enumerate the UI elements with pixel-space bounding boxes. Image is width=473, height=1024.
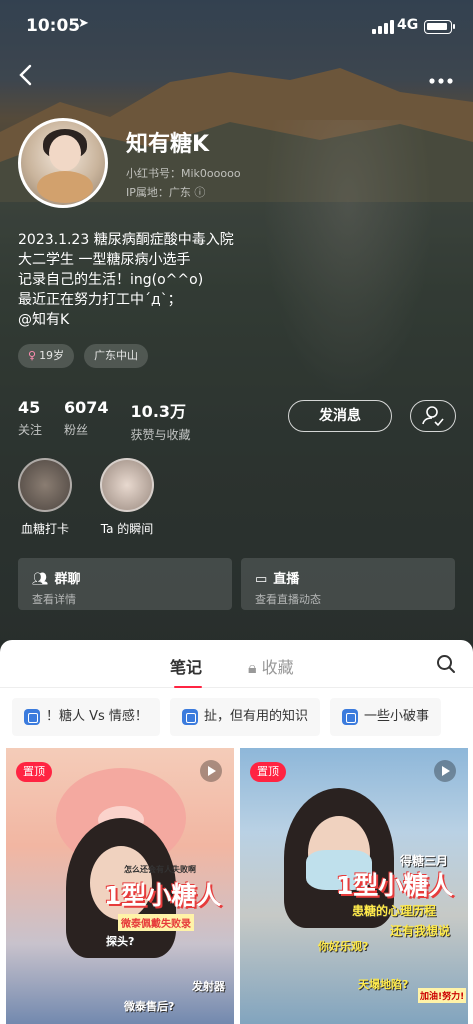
note-subtitle: 微泰佩戴失败录: [118, 914, 194, 931]
pinned-badge: 置顶: [16, 762, 52, 782]
info-icon[interactable]: ⓘ: [194, 186, 205, 199]
network-label: 4G: [397, 17, 419, 33]
collection-icon: [181, 709, 198, 725]
highlight-glucose[interactable]: 血糖打卡: [10, 458, 80, 537]
female-icon: ♀: [28, 349, 37, 362]
profile-bio: 2023.1.23 糖尿病酮症酸中毒入院 大二学生 一型糖尿病小选手 记录自己的…: [18, 232, 234, 330]
highlight-moments[interactable]: Ta 的瞬间: [92, 458, 162, 537]
profile-name: 知有糖K: [126, 132, 210, 157]
more-button[interactable]: [428, 66, 456, 86]
following-stat[interactable]: 45 关注: [18, 398, 42, 443]
note-sticker: 探头?: [106, 935, 135, 948]
search-button[interactable]: [436, 654, 456, 674]
chip-collection[interactable]: 扯，但有用的知识: [169, 698, 320, 736]
red-id[interactable]: 小红书号：Mik0ooooo: [126, 165, 241, 181]
follow-button[interactable]: [410, 400, 456, 432]
avatar[interactable]: [18, 118, 108, 208]
highlight-cover: [100, 458, 154, 512]
collection-chips: ！糖人 Vs 情感！ 扯，但有用的知识 一些小破事: [12, 698, 441, 736]
ip-location[interactable]: IP属地：广东 ⓘ: [126, 184, 205, 200]
location-arrow-icon: ➤: [78, 16, 89, 31]
live-camera-icon: ▭: [255, 572, 268, 587]
note-card[interactable]: 置顶 得糖三月 1型小糖人 患糖的心理历程 还有我想说 你好乐观? 天塌地陷? …: [240, 748, 468, 1024]
note-sticker: 发射器: [192, 980, 225, 993]
collection-icon: [24, 709, 40, 725]
pinned-badge: 置顶: [250, 762, 286, 782]
note-sticker: 微泰售后?: [124, 1000, 175, 1013]
followers-stat[interactable]: 6074 粉丝: [64, 398, 109, 443]
note-subtitle: 还有我想说: [390, 924, 451, 938]
lock-icon: 🔒︎: [248, 658, 257, 677]
mention-link[interactable]: @知有K: [18, 310, 234, 330]
note-headline: 1型小糖人: [336, 871, 454, 900]
profile-stats: 45 关注 6074 粉丝 10.3万 获赞与收藏: [18, 398, 191, 443]
content-sheet: 笔记 🔒︎ 收藏 ！糖人 Vs 情感！ 扯，但有用的知识 一些小破事 置顶 怎么…: [0, 640, 473, 1024]
message-button[interactable]: 发消息: [288, 400, 392, 432]
search-icon: [437, 655, 455, 673]
note-subtitle: 患糖的心理历程: [352, 904, 437, 918]
collection-icon: [341, 709, 358, 725]
chevron-left-icon: [19, 64, 32, 86]
note-top-text: 怎么还会有人失败啊: [124, 865, 196, 874]
chip-collection[interactable]: ！糖人 Vs 情感！: [12, 698, 160, 736]
user-check-icon: [422, 406, 444, 427]
age-tag: ♀ 19岁: [18, 344, 75, 368]
note-sticker: 天塌地陷?: [358, 978, 409, 991]
note-sticker: 你好乐观?: [318, 940, 369, 953]
tab-notes[interactable]: 笔记: [170, 654, 203, 688]
note-card[interactable]: 置顶 怎么还会有人失败啊 1型小糖人 微泰佩戴失败录 探头? 发射器 微泰售后?: [6, 748, 234, 1024]
status-time: 10:05: [26, 16, 81, 36]
status-bar: 10:05 ➤ 4G: [0, 14, 473, 42]
profile-tags: ♀ 19岁 广东中山: [18, 344, 149, 368]
tab-favorites[interactable]: 🔒︎ 收藏: [248, 654, 294, 678]
video-play-icon: [434, 760, 456, 782]
note-sticker: 加油!努力!: [418, 988, 467, 1003]
battery-icon: [424, 20, 455, 34]
note-headline: 1型小糖人: [104, 881, 222, 910]
live-card[interactable]: ▭ 直播 查看直播动态: [241, 558, 455, 610]
back-button[interactable]: [18, 64, 38, 88]
group-chat-card[interactable]: 👥︎ 群聊 查看详情: [18, 558, 232, 610]
group-icon: 👥︎: [32, 572, 49, 587]
signal-icon: [372, 20, 394, 34]
more-dots-icon: [429, 78, 453, 84]
highlight-cover: [18, 458, 72, 512]
content-tabs: 笔记 🔒︎ 收藏: [0, 640, 473, 688]
region-tag: 广东中山: [84, 344, 149, 368]
chip-collection[interactable]: 一些小破事: [329, 698, 441, 736]
likes-stat[interactable]: 10.3万 获赞与收藏: [131, 398, 191, 443]
video-play-icon: [200, 760, 222, 782]
